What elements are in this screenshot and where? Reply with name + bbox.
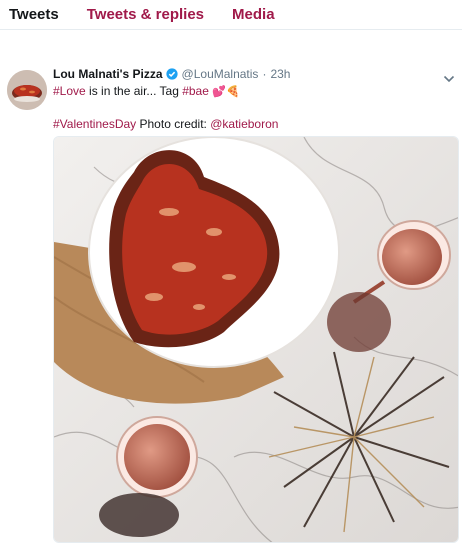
hashtag-love-link[interactable]: #Love <box>53 84 86 98</box>
tweet-text-line-2: #ValentinesDay Photo credit: @katieboron <box>53 117 278 131</box>
avatar[interactable] <box>7 70 47 110</box>
heart-pizza-emoji: 💕🍕 <box>212 85 240 98</box>
tweet-text: is in the air... Tag <box>85 84 183 98</box>
tweet-header: Lou Malnati's Pizza @LouMalnatis · 23h <box>53 67 290 81</box>
tab-media[interactable]: Media <box>232 6 275 23</box>
display-name[interactable]: Lou Malnati's Pizza <box>53 67 163 81</box>
tweet-photo[interactable] <box>53 136 459 543</box>
verified-badge-icon <box>165 68 178 80</box>
tweet-text-line-1: #Love is in the air... Tag #bae 💕🍕 <box>53 84 240 98</box>
username-handle[interactable]: @LouMalnatis <box>182 67 259 81</box>
caret-down-icon[interactable] <box>443 71 455 83</box>
profile-tabs: Tweets Tweets & replies Media <box>0 0 462 30</box>
heart-pizza-photo <box>54 137 458 542</box>
avatar-pizza-image <box>7 70 47 110</box>
mention-katieboron-link[interactable]: @katieboron <box>210 117 278 131</box>
tab-tweets[interactable]: Tweets <box>9 6 59 23</box>
hashtag-valentinesday-link[interactable]: #ValentinesDay <box>53 117 136 131</box>
timestamp[interactable]: 23h <box>270 67 290 81</box>
photo-credit-text: Photo credit: <box>136 117 211 131</box>
tab-tweets-and-replies[interactable]: Tweets & replies <box>87 6 204 23</box>
hashtag-bae-link[interactable]: #bae <box>182 84 209 98</box>
separator-dot: · <box>262 67 267 81</box>
